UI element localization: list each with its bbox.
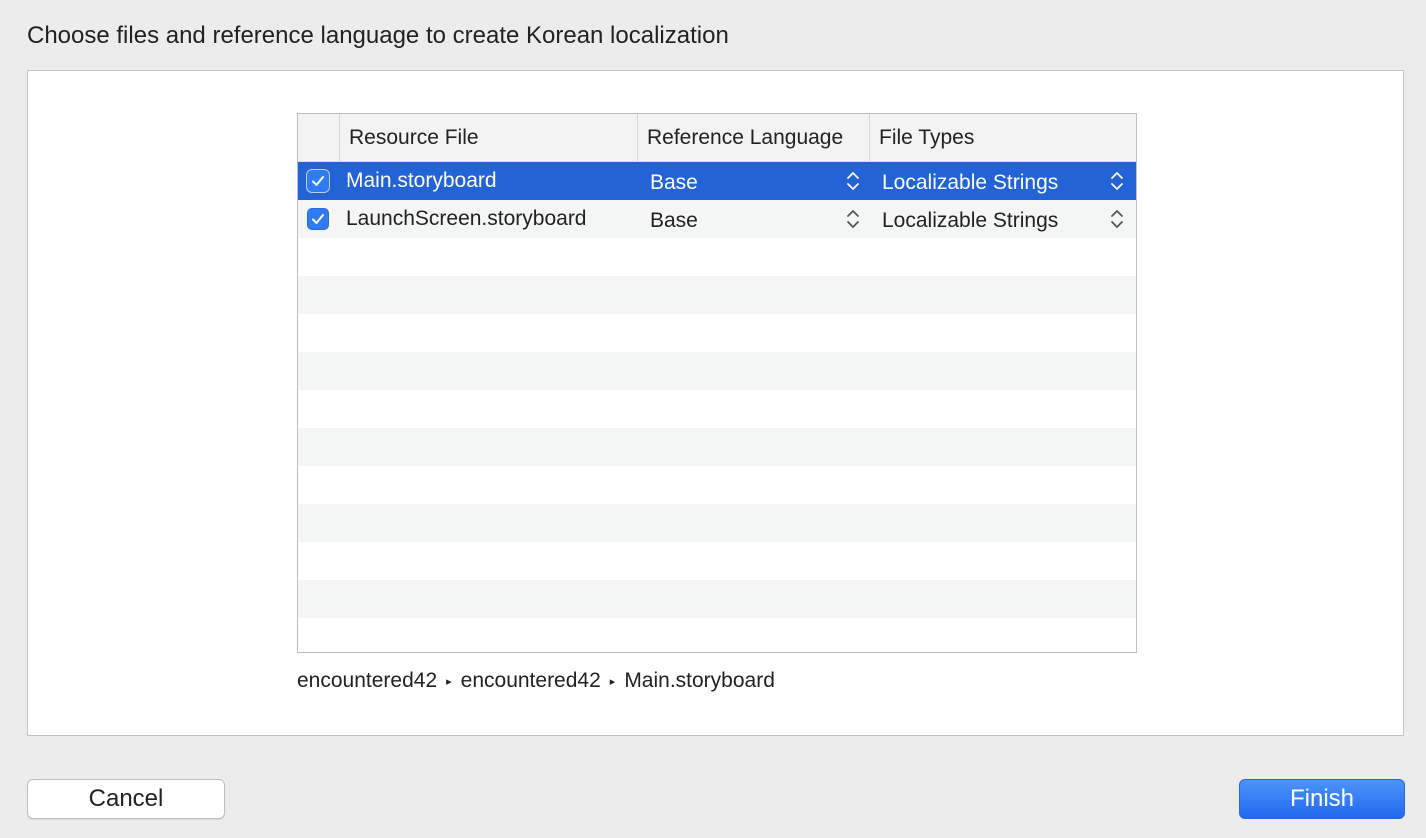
up-down-chevron-icon[interactable] [1110, 208, 1124, 230]
file-type-popup[interactable]: Localizable Strings [882, 202, 1058, 240]
table-row[interactable]: LaunchScreen.storyboard Base Localizable… [298, 200, 1136, 238]
triangle-right-icon: ▸ [446, 676, 452, 688]
empty-row [298, 542, 1136, 580]
empty-row [298, 314, 1136, 352]
column-header-resource-file[interactable]: Resource File [339, 114, 637, 161]
resource-file-name: LaunchScreen.storyboard [346, 207, 587, 230]
path-segment[interactable]: encountered42 [297, 669, 437, 692]
checkmark-icon [312, 214, 324, 224]
reference-language-popup[interactable]: Base [650, 164, 698, 202]
path-segment[interactable]: Main.storyboard [624, 669, 775, 692]
up-down-chevron-icon[interactable] [846, 208, 860, 230]
empty-row [298, 352, 1136, 390]
finish-button[interactable]: Finish [1239, 779, 1405, 819]
empty-row [298, 238, 1136, 276]
resource-file-name: Main.storyboard [346, 169, 497, 192]
cancel-button[interactable]: Cancel [27, 779, 225, 819]
table-header: Resource File Reference Language File Ty… [298, 114, 1136, 162]
column-header-file-types[interactable]: File Types [869, 114, 1136, 161]
dialog-title: Choose files and reference language to c… [27, 22, 729, 49]
empty-row [298, 428, 1136, 466]
content-panel: Resource File Reference Language File Ty… [27, 70, 1404, 736]
triangle-right-icon: ▸ [609, 676, 616, 688]
header-checkbox-column[interactable] [298, 114, 339, 161]
empty-row [298, 618, 1136, 652]
up-down-chevron-icon[interactable] [1110, 170, 1124, 192]
path-bar: encountered42 ▸ encountered42 ▸ Main.storybo… [297, 669, 775, 693]
checkmark-icon [312, 176, 324, 186]
empty-row [298, 276, 1136, 314]
empty-row [298, 466, 1136, 504]
localization-table: Resource File Reference Language File Ty… [297, 113, 1137, 653]
empty-row [298, 580, 1136, 618]
empty-row [298, 504, 1136, 542]
row-checkbox[interactable] [307, 170, 329, 192]
empty-row [298, 390, 1136, 428]
path-segment[interactable]: encountered42 [461, 669, 601, 692]
row-checkbox[interactable] [307, 208, 329, 230]
table-row[interactable]: Main.storyboard Base Localizable Strings [298, 162, 1136, 200]
reference-language-popup[interactable]: Base [650, 202, 698, 240]
up-down-chevron-icon[interactable] [846, 170, 860, 192]
file-type-popup[interactable]: Localizable Strings [882, 164, 1058, 202]
column-header-reference-language[interactable]: Reference Language [637, 114, 869, 161]
